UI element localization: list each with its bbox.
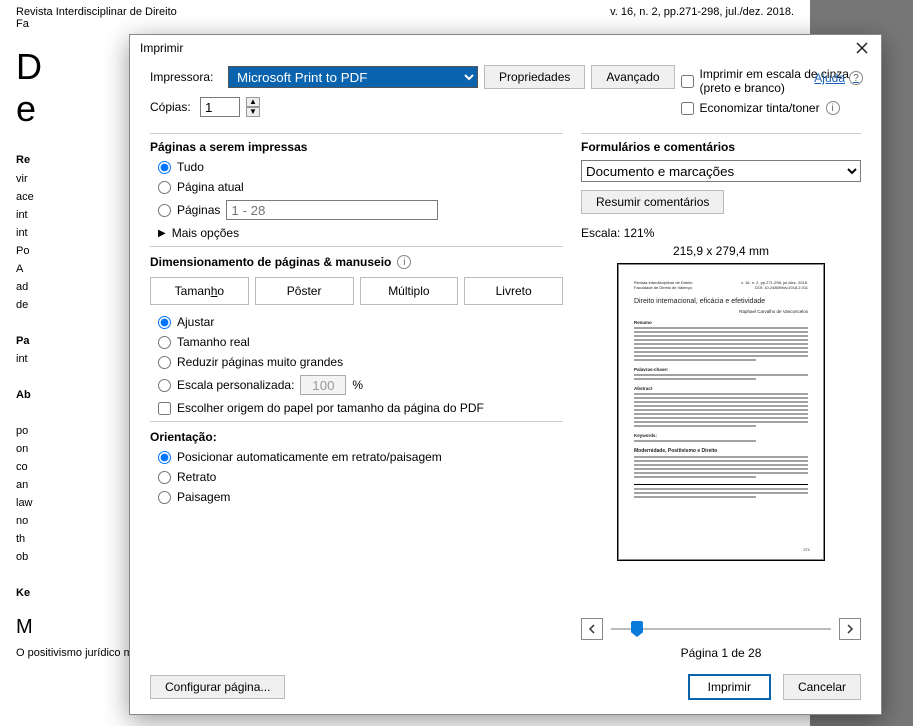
preview-nav bbox=[581, 618, 861, 640]
tab-size[interactable]: Tamanho bbox=[150, 277, 249, 305]
orient-landscape-radio-row[interactable]: Paisagem bbox=[150, 490, 563, 504]
print-dialog: Imprimir Impressora: Microsoft Print to … bbox=[129, 34, 882, 715]
custom-scale-radio[interactable] bbox=[158, 379, 171, 392]
sizing-title: Dimensionamento de páginas & manuseio bbox=[150, 255, 391, 269]
help-link[interactable]: Ajuda ? bbox=[814, 71, 863, 85]
forms-select[interactable]: Documento e marcações bbox=[581, 160, 861, 182]
help-info-icon: ? bbox=[849, 71, 863, 85]
custom-scale-radio-row[interactable]: Escala personalizada: % bbox=[150, 375, 563, 395]
print-button[interactable]: Imprimir bbox=[688, 674, 771, 700]
preview-page-label: Página 1 de 28 bbox=[581, 646, 861, 660]
orient-portrait-radio-row[interactable]: Retrato bbox=[150, 470, 563, 484]
forms-title: Formulários e comentários bbox=[581, 140, 861, 154]
slider-thumb[interactable] bbox=[631, 621, 643, 637]
tab-poster[interactable]: Pôster bbox=[255, 277, 354, 305]
close-icon[interactable] bbox=[853, 39, 871, 57]
page-slider[interactable] bbox=[611, 620, 831, 638]
preview-scale-label: Escala: 121% bbox=[581, 226, 861, 240]
custom-scale-input bbox=[300, 375, 346, 395]
pages-range-radio-row[interactable]: Páginas bbox=[150, 200, 563, 220]
actual-radio[interactable] bbox=[158, 336, 171, 349]
copies-up-icon[interactable]: ▲ bbox=[246, 97, 260, 107]
paper-source-checkbox-row[interactable]: Escolher origem do papel por tamanho da … bbox=[150, 401, 563, 415]
top-panel: Impressora: Microsoft Print to PDF Propr… bbox=[130, 61, 881, 133]
printer-select[interactable]: Microsoft Print to PDF bbox=[228, 66, 478, 88]
page-setup-button[interactable]: Configurar página... bbox=[150, 675, 285, 699]
bg-journal-title: Revista Interdisciplinar de Direito bbox=[16, 6, 177, 18]
orient-landscape-radio[interactable] bbox=[158, 491, 171, 504]
copies-input[interactable] bbox=[200, 97, 240, 117]
pages-all-radio[interactable] bbox=[158, 161, 171, 174]
pages-all-radio-row[interactable]: Tudo bbox=[150, 160, 563, 174]
summarize-button[interactable]: Resumir comentários bbox=[581, 190, 724, 214]
ink-checkbox-row[interactable]: Economizar tinta/toner i bbox=[681, 101, 861, 115]
tab-multiple[interactable]: Múltiplo bbox=[360, 277, 459, 305]
cancel-button[interactable]: Cancelar bbox=[783, 674, 861, 700]
dialog-title: Imprimir bbox=[140, 41, 183, 55]
preview-area: Revista Interdisciplinar de Direito Facu… bbox=[581, 262, 861, 610]
fit-radio-row[interactable]: Ajustar bbox=[150, 315, 563, 329]
paper-source-checkbox[interactable] bbox=[158, 402, 171, 415]
properties-button[interactable]: Propriedades bbox=[484, 65, 585, 89]
orient-auto-radio-row[interactable]: Posicionar automaticamente em retrato/pa… bbox=[150, 450, 563, 464]
fit-radio[interactable] bbox=[158, 316, 171, 329]
copies-label: Cópias: bbox=[150, 100, 194, 114]
copies-down-icon[interactable]: ▼ bbox=[246, 107, 260, 117]
ink-checkbox[interactable] bbox=[681, 102, 694, 115]
dialog-titlebar: Imprimir bbox=[130, 35, 881, 61]
pages-to-print-title: Páginas a serem impressas bbox=[150, 140, 563, 154]
orient-auto-radio[interactable] bbox=[158, 451, 171, 464]
advanced-button[interactable]: Avançado bbox=[591, 65, 674, 89]
pages-range-input[interactable] bbox=[226, 200, 438, 220]
tab-booklet[interactable]: Livreto bbox=[464, 277, 563, 305]
sizing-tabs: Tamanho Pôster Múltiplo Livreto bbox=[150, 277, 563, 305]
bg-faculty: Fa bbox=[16, 18, 794, 30]
grayscale-checkbox[interactable] bbox=[681, 75, 694, 88]
prev-page-button[interactable] bbox=[581, 618, 603, 640]
shrink-radio-row[interactable]: Reduzir páginas muito grandes bbox=[150, 355, 563, 369]
preview-page: Revista Interdisciplinar de Direito Facu… bbox=[618, 264, 824, 560]
orient-portrait-radio[interactable] bbox=[158, 471, 171, 484]
pages-current-radio-row[interactable]: Página atual bbox=[150, 180, 563, 194]
next-page-button[interactable] bbox=[839, 618, 861, 640]
triangle-right-icon: ▶ bbox=[158, 228, 166, 239]
shrink-radio[interactable] bbox=[158, 356, 171, 369]
actual-radio-row[interactable]: Tamanho real bbox=[150, 335, 563, 349]
printer-label: Impressora: bbox=[150, 70, 222, 84]
bg-volume: v. 16, n. 2, pp.271-298, jul./dez. 2018. bbox=[610, 6, 794, 18]
ink-label: Economizar tinta/toner bbox=[700, 101, 820, 115]
pages-range-radio[interactable] bbox=[158, 204, 171, 217]
orientation-title: Orientação: bbox=[150, 430, 563, 444]
more-options-toggle[interactable]: ▶ Mais opções bbox=[150, 226, 563, 240]
dialog-footer: Configurar página... Imprimir Cancelar bbox=[130, 664, 881, 714]
preview-dimensions: 215,9 x 279,4 mm bbox=[581, 244, 861, 258]
pages-current-radio[interactable] bbox=[158, 181, 171, 194]
info-icon[interactable]: i bbox=[826, 101, 840, 115]
sizing-info-icon[interactable]: i bbox=[397, 255, 411, 269]
copies-spinner[interactable]: ▲ ▼ bbox=[246, 97, 260, 117]
